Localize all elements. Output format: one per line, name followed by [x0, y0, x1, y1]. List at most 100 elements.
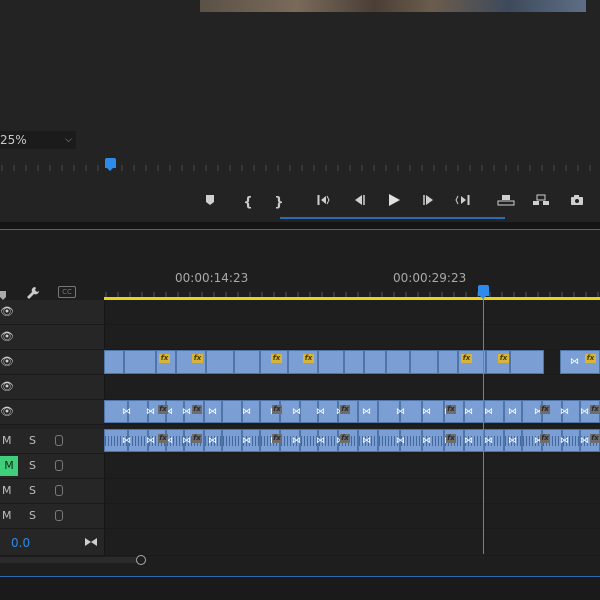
transition-icon[interactable]: ⋈ [292, 408, 301, 417]
clip[interactable] [104, 350, 124, 374]
solo-button[interactable]: S [29, 484, 36, 497]
audio-waveform [301, 436, 317, 446]
master-volume[interactable]: 0.0 [11, 536, 30, 550]
audio-waveform [129, 436, 147, 446]
transition-icon[interactable]: ⋈ [484, 408, 493, 417]
mark-in-icon[interactable]: { [237, 193, 259, 213]
transition-icon[interactable]: ⋈ [560, 408, 569, 417]
transition-icon[interactable]: ⋈ [484, 437, 493, 446]
zoom-select[interactable]: 25% ⌵ [0, 131, 76, 149]
transition-icon[interactable]: ⋈ [560, 437, 569, 446]
transition-icon[interactable]: ⋈ [242, 437, 251, 446]
microphone-icon[interactable] [55, 510, 63, 521]
clip[interactable] [438, 350, 458, 374]
track-header: M S [0, 479, 105, 503]
track-header: 👁 [0, 375, 105, 399]
program-monitor [0, 0, 600, 222]
fx-badge-icon: fx [540, 434, 550, 443]
timeline-playhead-line[interactable] [483, 299, 484, 554]
transition-icon[interactable]: ⋈ [146, 437, 155, 446]
transition-icon[interactable]: ⋈ [422, 437, 431, 446]
go-to-out-icon[interactable] [452, 193, 474, 213]
mute-button[interactable]: M [2, 434, 12, 447]
mute-button[interactable]: M [2, 484, 12, 497]
transition-icon[interactable]: ⋈ [208, 408, 217, 417]
add-marker-icon[interactable] [199, 193, 221, 213]
fx-badge-icon: fx [498, 354, 509, 363]
monitor-time-ruler[interactable] [0, 160, 600, 176]
clip[interactable] [128, 400, 148, 423]
transition-icon[interactable]: ⋈ [362, 408, 371, 417]
eye-icon[interactable]: 👁 [0, 305, 14, 319]
fx-badge-icon: fx [446, 434, 456, 443]
fx-badge-icon: fx [585, 354, 596, 363]
transition-icon[interactable]: ⋈ [464, 437, 473, 446]
transition-icon[interactable]: ⋈ [122, 408, 131, 417]
microphone-icon[interactable] [55, 435, 63, 446]
transition-icon[interactable]: ⋈ [422, 408, 431, 417]
step-forward-icon[interactable] [418, 193, 440, 213]
step-back-icon[interactable] [348, 193, 370, 213]
monitor-playhead[interactable] [105, 158, 116, 171]
transition-icon[interactable]: ⋈ [316, 408, 325, 417]
solo-button[interactable]: S [29, 459, 36, 472]
clip[interactable] [222, 400, 242, 423]
timeline-zoom-scrollbar[interactable] [0, 557, 145, 563]
transition-icon[interactable]: ⋈ [362, 437, 371, 446]
microphone-icon[interactable] [55, 485, 63, 496]
eye-icon[interactable]: 👁 [0, 355, 14, 369]
transition-icon[interactable]: ⋈ [508, 408, 517, 417]
transition-icon[interactable]: ⋈ [464, 408, 473, 417]
transition-icon[interactable]: ⋈ [182, 437, 191, 446]
transition-icon[interactable]: ⋈ [396, 408, 405, 417]
timeline-clips-area[interactable]: fxfxfxfxfxfxfx⋈⋈⋈⋈⋈⋈⋈⋈⋈⋈⋈⋈⋈⋈⋈⋈⋈⋈⋈⋈⋈fxfxf… [104, 300, 600, 555]
fx-badge-icon: fx [590, 405, 600, 414]
transition-icon[interactable]: ⋈ [122, 437, 131, 446]
bottom-panel [0, 577, 600, 600]
mute-button-active[interactable]: M [0, 456, 18, 476]
transition-icon[interactable]: ⋈ [242, 408, 251, 417]
lift-icon[interactable] [495, 193, 517, 213]
transition-icon[interactable]: ⋈ [292, 437, 301, 446]
transition-icon[interactable]: ⋈ [396, 437, 405, 446]
transition-icon[interactable]: ⋈ [182, 408, 191, 417]
eye-icon[interactable]: 👁 [0, 330, 14, 344]
mark-out-icon[interactable]: } [268, 193, 290, 213]
clip[interactable] [124, 350, 156, 374]
transition-icon[interactable]: ⋈ [580, 437, 589, 446]
timecode-label: 00:00:14:23 [175, 271, 249, 285]
clip[interactable] [222, 429, 242, 452]
captions-icon[interactable]: CC [58, 286, 76, 298]
transition-icon[interactable]: ⋈ [146, 408, 155, 417]
zoom-handle[interactable] [136, 555, 146, 565]
clip[interactable] [234, 350, 260, 374]
solo-button[interactable]: S [29, 434, 36, 447]
clip[interactable] [344, 350, 364, 374]
transition-icon[interactable]: ⋈ [508, 437, 517, 446]
clip[interactable] [206, 350, 234, 374]
transition-icon[interactable]: ⋈ [316, 437, 325, 446]
fit-icon[interactable] [84, 532, 98, 551]
fx-badge-icon: fx [192, 405, 202, 414]
play-icon[interactable] [383, 193, 405, 213]
solo-button[interactable]: S [29, 509, 36, 522]
transition-icon[interactable]: ⋈ [208, 437, 217, 446]
extract-icon[interactable] [530, 193, 552, 213]
clip[interactable] [510, 350, 544, 374]
transition-icon[interactable]: ⋈ [570, 358, 579, 367]
clip[interactable] [410, 350, 438, 374]
eye-icon[interactable]: 👁 [0, 405, 14, 419]
mute-button[interactable]: M [2, 509, 12, 522]
export-frame-icon[interactable] [566, 193, 588, 213]
fx-badge-icon: fx [158, 405, 168, 414]
clip[interactable] [364, 350, 386, 374]
timeline-playhead[interactable] [478, 285, 489, 299]
microphone-icon[interactable] [55, 460, 63, 471]
audio-waveform [223, 436, 241, 446]
eye-icon[interactable]: 👁 [0, 380, 14, 394]
clip[interactable] [318, 350, 344, 374]
clip[interactable] [386, 350, 410, 374]
clip[interactable] [128, 429, 148, 452]
transition-icon[interactable]: ⋈ [580, 408, 589, 417]
go-to-in-icon[interactable] [313, 193, 335, 213]
